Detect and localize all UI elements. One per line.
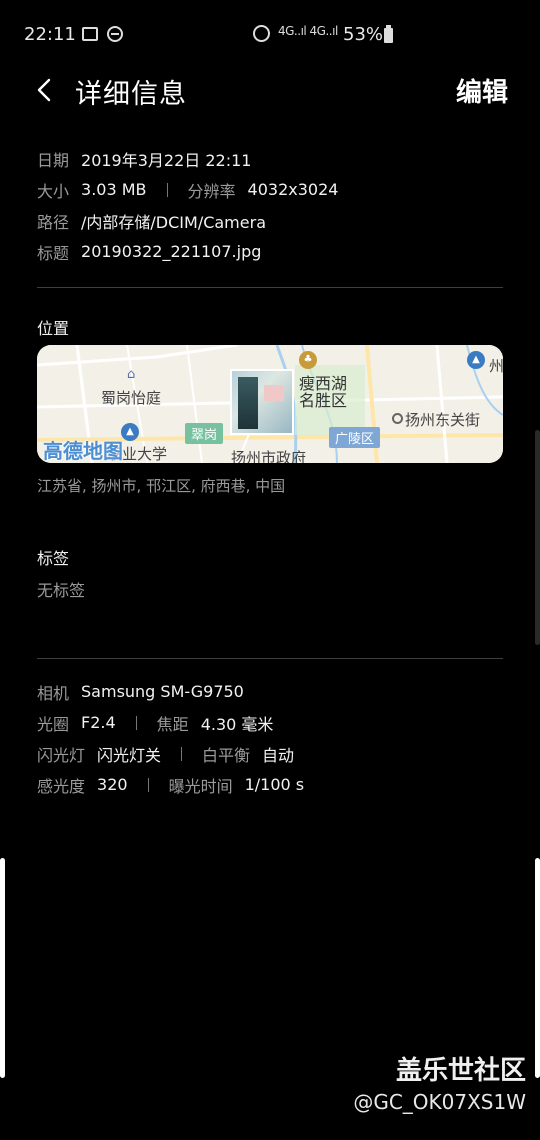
map-label-zhengfu: 扬州市政府 — [231, 449, 307, 463]
tags-title: 标签 — [37, 549, 70, 568]
location-map[interactable]: ♣ ▲ ▲ ⌂ 蜀岗怡庭 瘦西湖 名胜区 扬州东关街 扬州市政府 职业大学 翠岗… — [37, 345, 503, 463]
divider — [181, 746, 183, 761]
date-row: 日期 2019年3月22日 22:11 — [37, 143, 503, 174]
tags-empty-text: 无标签 — [37, 581, 86, 600]
divider — [166, 182, 168, 197]
section-divider — [37, 287, 503, 288]
edit-button[interactable]: 编辑 — [456, 72, 508, 109]
residence-icon: ⌂ — [127, 367, 136, 382]
iso-label: 感光度 — [37, 776, 86, 796]
title-row: 标题 20190322_221107.jpg — [37, 236, 503, 267]
title-label: 标题 — [37, 243, 70, 263]
aperture-label: 光圈 — [37, 714, 70, 734]
school-poi-icon: ▲ — [467, 351, 485, 369]
path-value: /内部存储/DCIM/Camera — [81, 212, 266, 232]
map-label-cuigang: 翠岗 — [185, 423, 224, 444]
date-label: 日期 — [37, 150, 70, 170]
map-label-shuguang: 蜀岗怡庭 — [101, 389, 162, 407]
page-title: 详细信息 — [75, 79, 187, 110]
edge-handle-right[interactable] — [535, 858, 540, 1078]
iso-row: 感光度 320 曝光时间 1/100 s — [37, 769, 503, 800]
scenic-poi-icon: ♣ — [299, 351, 317, 369]
divider — [135, 715, 137, 730]
resolution-label: 分辨率 — [187, 181, 236, 201]
date-value: 2019年3月22日 22:11 — [81, 150, 252, 170]
exposure-value: 1/100 s — [244, 775, 305, 794]
focal-length-label: 焦距 — [156, 714, 189, 734]
signal-icon: 4G..ıl 4G..ıl — [278, 24, 338, 38]
battery-icon — [384, 25, 393, 43]
white-balance-value: 自动 — [262, 745, 295, 765]
path-row: 路径 /内部存储/DCIM/Camera — [37, 205, 503, 236]
watermark-handle: @GC_OK07XS1W — [353, 1090, 526, 1114]
map-label-shouxihu: 瘦西湖 名胜区 — [299, 374, 348, 410]
map-label-zhou: 州 — [489, 357, 503, 375]
divider — [147, 777, 149, 792]
status-time: 22:11 — [24, 24, 76, 45]
photo-thumbnail — [230, 369, 294, 435]
app-header: 详细信息 编辑 — [0, 66, 540, 116]
edge-handle-left[interactable] — [0, 858, 5, 1078]
path-label: 路径 — [37, 212, 70, 232]
map-label-guangling: 广陵区 — [329, 427, 381, 448]
back-button[interactable] — [28, 72, 64, 108]
map-label-dongguan: 扬州东关街 — [405, 411, 481, 429]
camera-row: 相机 Samsung SM-G9750 — [37, 676, 503, 707]
aperture-value: F2.4 — [81, 713, 116, 732]
flash-row: 闪光灯 闪光灯关 白平衡 自动 — [37, 738, 503, 769]
battery-percent: 53% — [343, 24, 384, 45]
file-details: 日期 2019年3月22日 22:11 大小 3.03 MB 分辨率 4032x… — [37, 143, 503, 267]
location-title: 位置 — [37, 319, 70, 338]
school-poi-icon: ▲ — [121, 423, 139, 441]
size-row: 大小 3.03 MB 分辨率 4032x3024 — [37, 174, 503, 205]
iso-value: 320 — [97, 775, 128, 794]
camera-value: Samsung SM-G9750 — [81, 682, 244, 701]
resolution-value: 4032x3024 — [247, 180, 339, 199]
flash-value: 闪光灯关 — [97, 745, 162, 765]
location-address: 江苏省, 扬州市, 邗江区, 府西巷, 中国 — [37, 477, 286, 495]
map-provider-logo: 高德地图 — [43, 439, 123, 463]
aperture-row: 光圈 F2.4 焦距 4.30 毫米 — [37, 707, 503, 738]
exposure-label: 曝光时间 — [168, 776, 233, 796]
dnd-icon — [107, 26, 123, 42]
size-label: 大小 — [37, 181, 70, 201]
flash-label: 闪光灯 — [37, 745, 86, 765]
scrollbar[interactable] — [535, 430, 540, 645]
chevron-left-icon — [37, 78, 51, 102]
camera-details: 相机 Samsung SM-G9750 光圈 F2.4 焦距 4.30 毫米 闪… — [37, 676, 503, 800]
status-bar: 22:11 4G..ıl 4G..ıl 53% — [0, 18, 540, 50]
landmark-icon — [392, 413, 403, 424]
image-icon — [82, 27, 98, 41]
camera-label: 相机 — [37, 683, 70, 703]
title-value: 20190322_221107.jpg — [81, 242, 262, 261]
size-value: 3.03 MB — [81, 180, 147, 199]
alarm-icon — [253, 25, 270, 42]
focal-length-value: 4.30 毫米 — [200, 714, 274, 734]
white-balance-label: 白平衡 — [202, 745, 251, 765]
watermark-title: 盖乐世社区 — [395, 1056, 526, 1086]
section-divider — [37, 658, 503, 659]
